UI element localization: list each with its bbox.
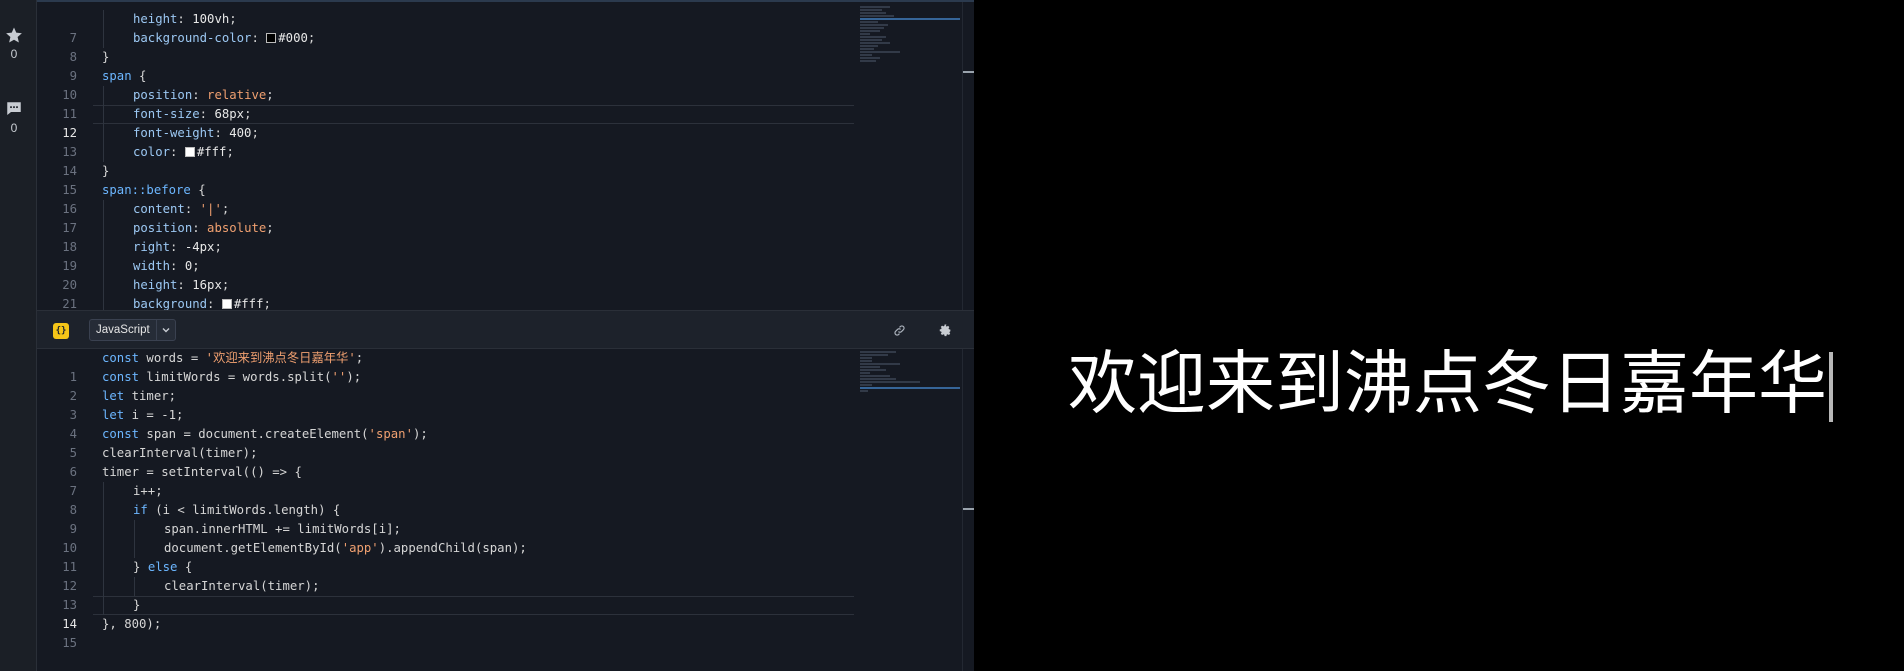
code-line-current: 14 } [37, 596, 854, 631]
code-line: 10 span.innerHTML += limitWords[i]; [62, 520, 401, 555]
code-line: 18 position: absolute; [62, 219, 274, 254]
js-editor[interactable]: 1 const words = '欢迎来到沸点冬日嘉年华'; 2 const l… [37, 349, 974, 671]
css-scroll-thumb[interactable] [963, 71, 974, 73]
typing-caret [1829, 352, 1833, 422]
code-line: 19 right: -4px; [62, 238, 222, 273]
editor-column: 7 height: 100vh; 8 background-color: #00… [37, 0, 974, 671]
code-line: 4 let i = -1; [69, 408, 184, 441]
code-line: 8 i++; [69, 482, 163, 517]
language-select[interactable]: JavaScript [89, 319, 176, 341]
code-line: 7 height: 100vh; [69, 10, 237, 45]
js-minimap[interactable] [860, 351, 962, 393]
code-line: 5 const span = document.createElement('s… [69, 427, 428, 460]
js-panel-toolbar: {} JavaScript [37, 310, 974, 349]
code-line: 11 position: relative; [62, 86, 274, 121]
code-line: 14 color: #fff; [62, 143, 234, 178]
code-line: 2 const limitWords = words.split(''); [69, 370, 362, 403]
star-button[interactable]: 0 [0, 26, 28, 61]
code-line: 15 }, 800); [62, 617, 162, 650]
code-line: 21 height: 16px; [62, 276, 230, 310]
code-line: 12 } else { [62, 558, 193, 593]
code-line: 13 font-weight: 400; [62, 124, 259, 159]
code-line: 7 timer = setInterval(() => { [69, 465, 302, 498]
code-line: 11 document.getElementById('app').append… [62, 539, 527, 574]
comment-count: 0 [10, 121, 18, 135]
color-swatch-black[interactable] [266, 33, 277, 43]
star-icon [6, 27, 22, 43]
css-minimap[interactable] [860, 6, 962, 63]
settings-button[interactable] [936, 321, 954, 339]
chevron-down-icon[interactable] [155, 320, 175, 340]
star-count: 0 [10, 47, 18, 61]
code-line: 20 width: 0; [62, 257, 200, 292]
link-button[interactable] [890, 321, 908, 339]
code-line: 13 clearInterval(timer); [62, 577, 320, 612]
js-code[interactable]: 1 const words = '欢迎来到沸点冬日嘉年华'; 2 const l… [37, 349, 854, 650]
left-rail: 0 0 [0, 0, 37, 671]
code-line: 16 span::before { [62, 183, 206, 216]
css-scrollbar[interactable] [962, 2, 974, 310]
preview-pane: 欢迎来到沸点冬日嘉年华 [974, 0, 1904, 671]
code-line: 9 } [69, 50, 110, 83]
code-line: 1 const words = '欢迎来到沸点冬日嘉年华'; [69, 351, 364, 384]
code-line: 17 content: '|'; [62, 200, 230, 235]
js-braces-icon: {} [53, 323, 69, 339]
code-line: 15 } [62, 164, 110, 197]
comment-icon [7, 102, 21, 115]
link-icon [893, 324, 905, 336]
code-line: 8 background-color: #000; [69, 29, 316, 64]
code-line: 3 let timer; [69, 389, 177, 422]
css-code[interactable]: 7 height: 100vh; 8 background-color: #00… [37, 10, 854, 310]
css-editor[interactable]: 7 height: 100vh; 8 background-color: #00… [37, 0, 974, 310]
color-swatch-white[interactable] [221, 299, 232, 309]
code-line: 6 clearInterval(timer); [69, 446, 258, 479]
language-label: JavaScript [96, 324, 150, 336]
code-line: 22 background: #fff; [37, 295, 854, 310]
color-swatch-white[interactable] [184, 147, 195, 157]
typing-text: 欢迎来到沸点冬日嘉年华 [1068, 344, 1827, 424]
comment-button[interactable]: 0 [0, 100, 28, 135]
js-scrollbar[interactable] [962, 349, 974, 671]
code-line: 10 span { [62, 69, 147, 102]
js-scroll-thumb[interactable] [963, 508, 974, 510]
code-line: 9 if (i < limitWords.length) { [69, 501, 341, 536]
code-line-current: 12 font-size: 68px; [37, 105, 854, 140]
settings-gear-icon [939, 324, 950, 336]
